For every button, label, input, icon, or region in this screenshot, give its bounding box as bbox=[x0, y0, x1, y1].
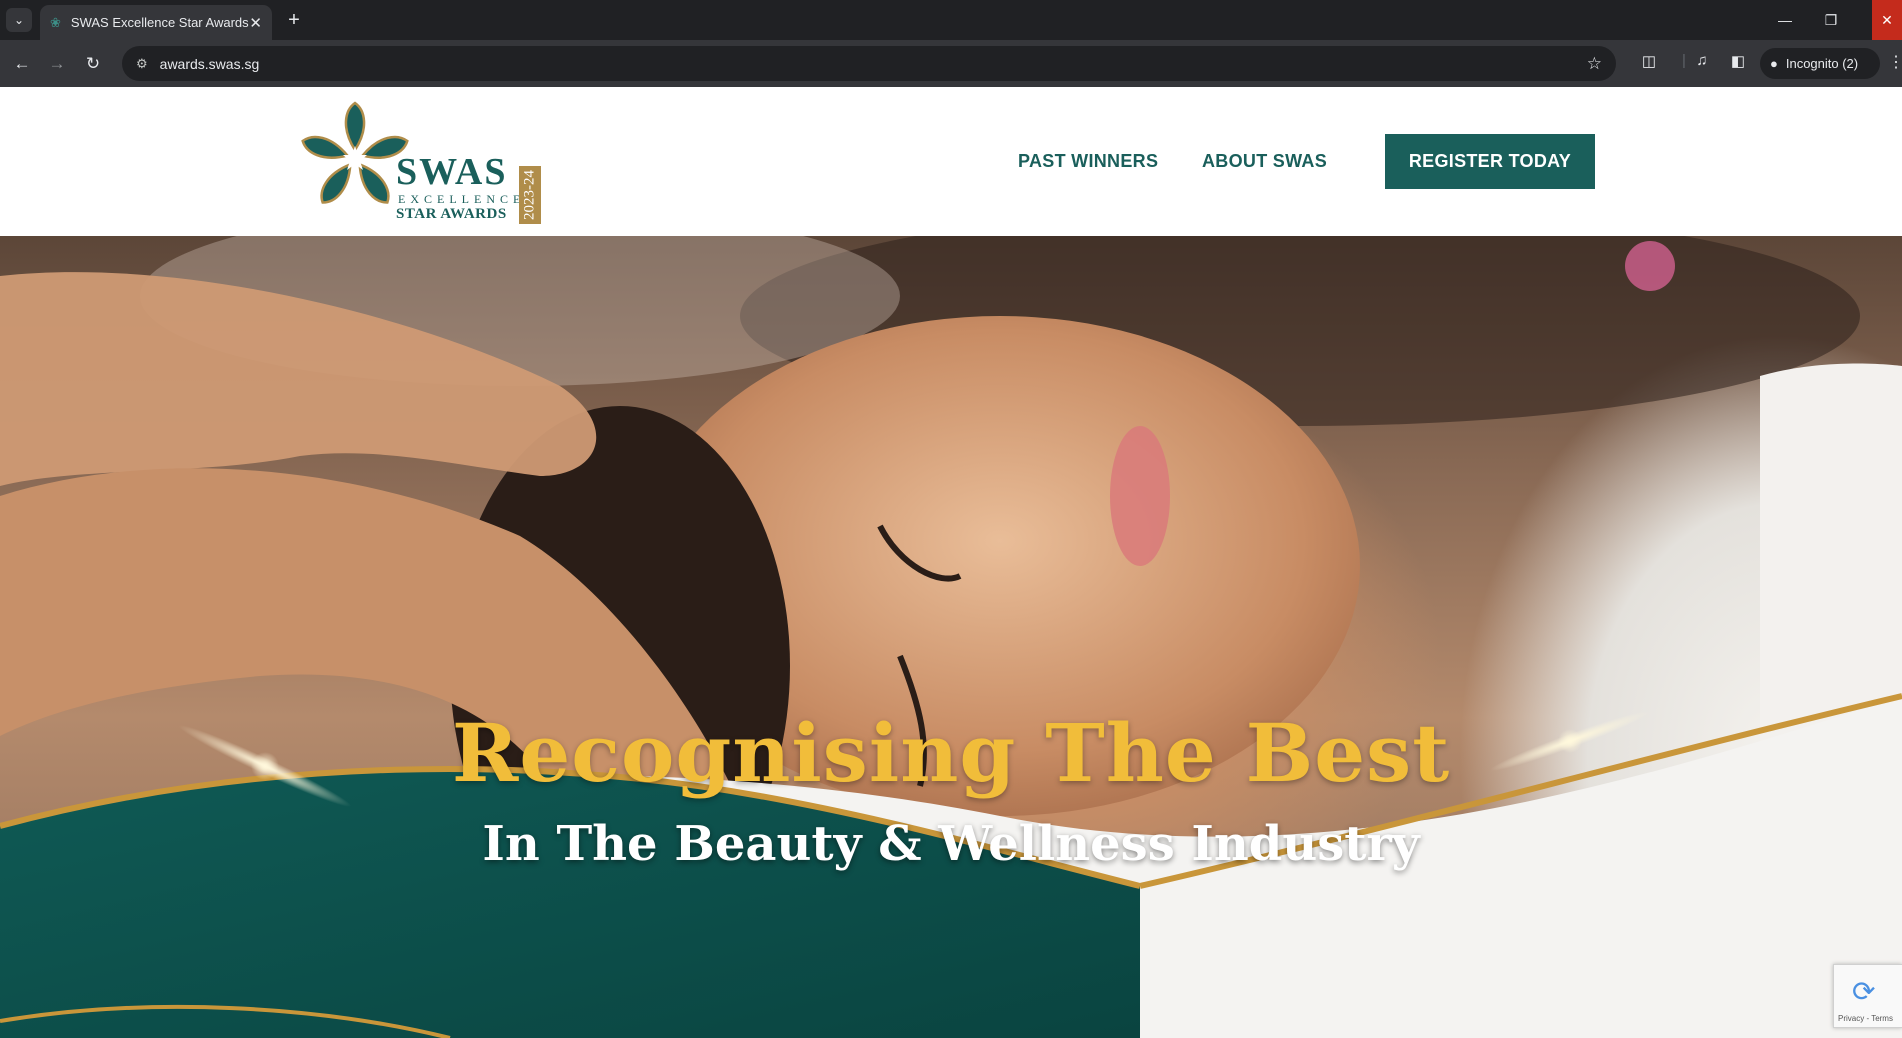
extensions-puzzle-icon[interactable]: ◫ bbox=[1637, 52, 1661, 70]
site-info-icon[interactable]: ⚙ bbox=[136, 56, 148, 72]
hero-spa-photo bbox=[0, 236, 1902, 1038]
window-close-icon[interactable]: ✕ bbox=[1872, 0, 1902, 40]
recaptcha-icon: ⟳ bbox=[1852, 976, 1876, 1007]
logo-wordmark: SWAS bbox=[396, 151, 508, 193]
url-text[interactable]: awards.swas.sg bbox=[160, 56, 260, 72]
logo-year-badge: 2023-24 bbox=[519, 166, 541, 224]
site-header: SWAS EXCELLENCE STAR AWARDS 2023-24 PAST… bbox=[0, 87, 1902, 236]
incognito-badge[interactable]: ● Incognito (2) bbox=[1760, 48, 1880, 79]
hero-title: Recognising The Best bbox=[451, 706, 1451, 800]
browser-menu-icon[interactable]: ⋮ bbox=[1888, 52, 1902, 72]
browser-toolbar: ← → ↻ ⚙ awards.swas.sg ☆ ◫ | ♫ ◧ ● Incog… bbox=[0, 40, 1902, 87]
register-today-button[interactable]: REGISTER TODAY bbox=[1385, 134, 1595, 189]
hero-banner: Recognising The Best In The Beauty & Wel… bbox=[0, 236, 1902, 1038]
site-favicon-icon: ❀ bbox=[50, 14, 61, 30]
media-control-icon[interactable]: ♫ bbox=[1690, 52, 1714, 69]
nav-past-winners[interactable]: PAST WINNERS bbox=[1018, 151, 1158, 172]
hero-subtitle: In The Beauty & Wellness Industry bbox=[482, 816, 1420, 872]
window-restore-icon[interactable]: ❐ bbox=[1808, 0, 1854, 40]
back-arrow-icon[interactable]: ← bbox=[10, 52, 34, 76]
tab-search-chevron-icon[interactable]: ⌄ bbox=[6, 8, 32, 32]
browser-tab-bar: ⌄ ❀ SWAS Excellence Star Awards ✕ + — ❐ … bbox=[0, 0, 1902, 40]
new-tab-plus-icon[interactable]: + bbox=[282, 8, 306, 32]
window-minimize-icon[interactable]: — bbox=[1762, 0, 1808, 40]
bookmark-star-icon[interactable]: ☆ bbox=[1587, 54, 1602, 74]
side-panel-icon[interactable]: ◧ bbox=[1726, 52, 1750, 70]
tab-close-icon[interactable]: ✕ bbox=[249, 14, 262, 32]
reload-icon[interactable]: ↻ bbox=[81, 52, 105, 76]
recaptcha-terms[interactable]: Privacy - Terms bbox=[1838, 1014, 1893, 1023]
swas-logo[interactable]: SWAS EXCELLENCE STAR AWARDS 2023-24 bbox=[300, 101, 545, 226]
recaptcha-badge[interactable]: ⟳ Privacy - Terms bbox=[1833, 964, 1902, 1028]
address-bar[interactable]: ⚙ awards.swas.sg ☆ bbox=[122, 46, 1616, 81]
tab-title: SWAS Excellence Star Awards bbox=[70, 15, 249, 30]
logo-star-awards-text: STAR AWARDS bbox=[396, 206, 507, 222]
incognito-icon: ● bbox=[1770, 56, 1778, 71]
incognito-label: Incognito (2) bbox=[1785, 56, 1859, 71]
nav-about-swas[interactable]: ABOUT SWAS bbox=[1202, 151, 1327, 172]
forward-arrow-icon[interactable]: → bbox=[45, 52, 69, 76]
browser-tab[interactable]: ❀ SWAS Excellence Star Awards ✕ bbox=[40, 5, 272, 40]
flower-logo-icon bbox=[301, 101, 409, 204]
logo-excellence-text: EXCELLENCE bbox=[398, 192, 526, 206]
